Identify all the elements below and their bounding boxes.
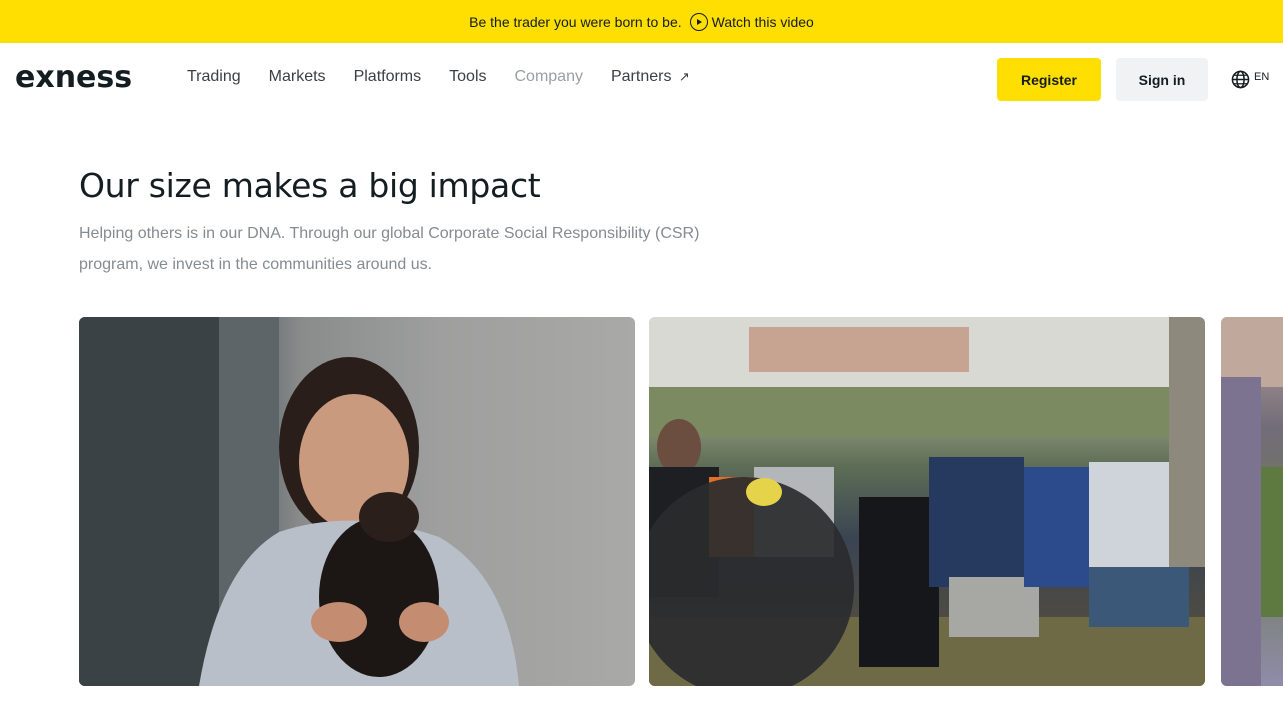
watch-video-link[interactable]: Watch this video bbox=[689, 12, 814, 31]
watch-video-label: Watch this video bbox=[711, 13, 814, 30]
promo-text: Be the trader you were born to be. bbox=[469, 13, 682, 30]
language-selector[interactable]: EN bbox=[1231, 70, 1269, 89]
nav-item-trading[interactable]: Trading bbox=[187, 68, 241, 86]
csr-photo-card-community-event bbox=[649, 317, 1205, 686]
photo-partial bbox=[1221, 317, 1283, 686]
photo-community-event bbox=[649, 317, 1205, 686]
globe-icon bbox=[1231, 70, 1250, 89]
photo-woman-puppy bbox=[79, 317, 519, 686]
exness-logo[interactable]: exness bbox=[15, 60, 132, 95]
nav-item-company[interactable]: Company bbox=[515, 68, 583, 86]
register-button[interactable]: Register bbox=[997, 58, 1101, 101]
csr-photo-card-woman-puppy bbox=[79, 317, 635, 686]
main-nav: Trading Markets Platforms Tools Company … bbox=[187, 68, 690, 86]
csr-photo-card-partial bbox=[1221, 317, 1283, 686]
promo-banner: Be the trader you were born to be. Watch… bbox=[0, 0, 1283, 43]
play-circle-icon bbox=[689, 12, 708, 31]
nav-item-tools[interactable]: Tools bbox=[449, 68, 486, 86]
section-description: Helping others is in our DNA. Through ou… bbox=[79, 225, 700, 273]
language-code: EN bbox=[1254, 71, 1270, 83]
nav-item-partners[interactable]: Partners ↗ bbox=[611, 68, 690, 86]
nav-item-markets[interactable]: Markets bbox=[269, 68, 326, 86]
top-navigation: exness Trading Markets Platforms Tools C… bbox=[0, 43, 1283, 115]
sign-in-button[interactable]: Sign in bbox=[1116, 58, 1208, 101]
nav-item-partners-label: Partners bbox=[610, 68, 672, 85]
nav-item-platforms[interactable]: Platforms bbox=[354, 68, 422, 86]
external-arrow-icon: ↗ bbox=[678, 69, 690, 84]
section-title: Our size makes a big impact bbox=[79, 166, 541, 205]
